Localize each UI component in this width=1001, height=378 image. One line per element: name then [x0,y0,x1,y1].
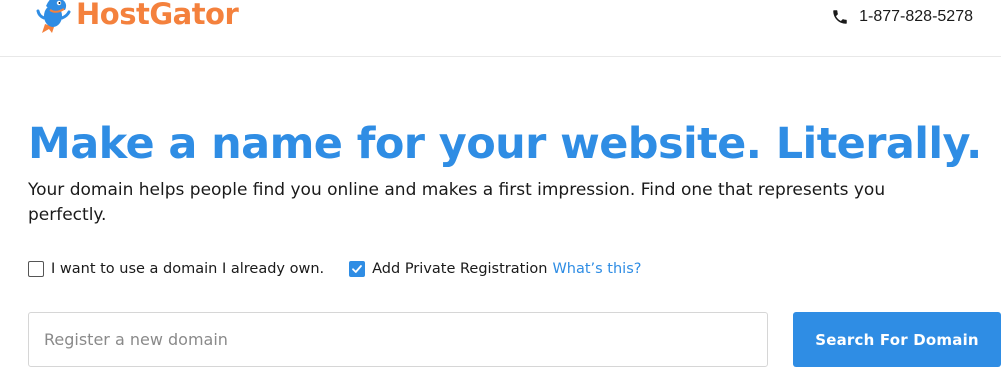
logo-text: HostGator [76,0,239,31]
own-domain-label: I want to use a domain I already own. [51,261,325,277]
phone-contact[interactable]: 1-877-828-5278 [831,8,973,26]
hostgator-logo[interactable]: HostGator [36,0,239,34]
domain-options: I want to use a domain I already own. Ad… [28,261,641,277]
own-domain-option[interactable]: I want to use a domain I already own. [28,261,324,277]
page-subtitle: Your domain helps people find you online… [28,180,886,225]
whats-this-link[interactable]: What’s this? [552,261,641,277]
phone-number: 1-877-828-5278 [859,8,973,25]
site-header: HostGator 1-877-828-5278 [0,0,1001,57]
private-registration-checkbox[interactable] [349,261,366,277]
private-registration-label: Add Private Registration [372,261,548,277]
private-registration-option[interactable]: Add Private Registration [349,261,547,277]
search-domain-button[interactable]: Search For Domain [793,312,1001,367]
gator-mascot-icon [36,0,71,33]
page-title: Make a name for your website. Literally. [28,119,982,169]
phone-icon [833,10,847,24]
own-domain-checkbox[interactable] [28,261,44,277]
domain-search-input[interactable] [28,312,768,367]
checkmark-icon [352,265,363,273]
